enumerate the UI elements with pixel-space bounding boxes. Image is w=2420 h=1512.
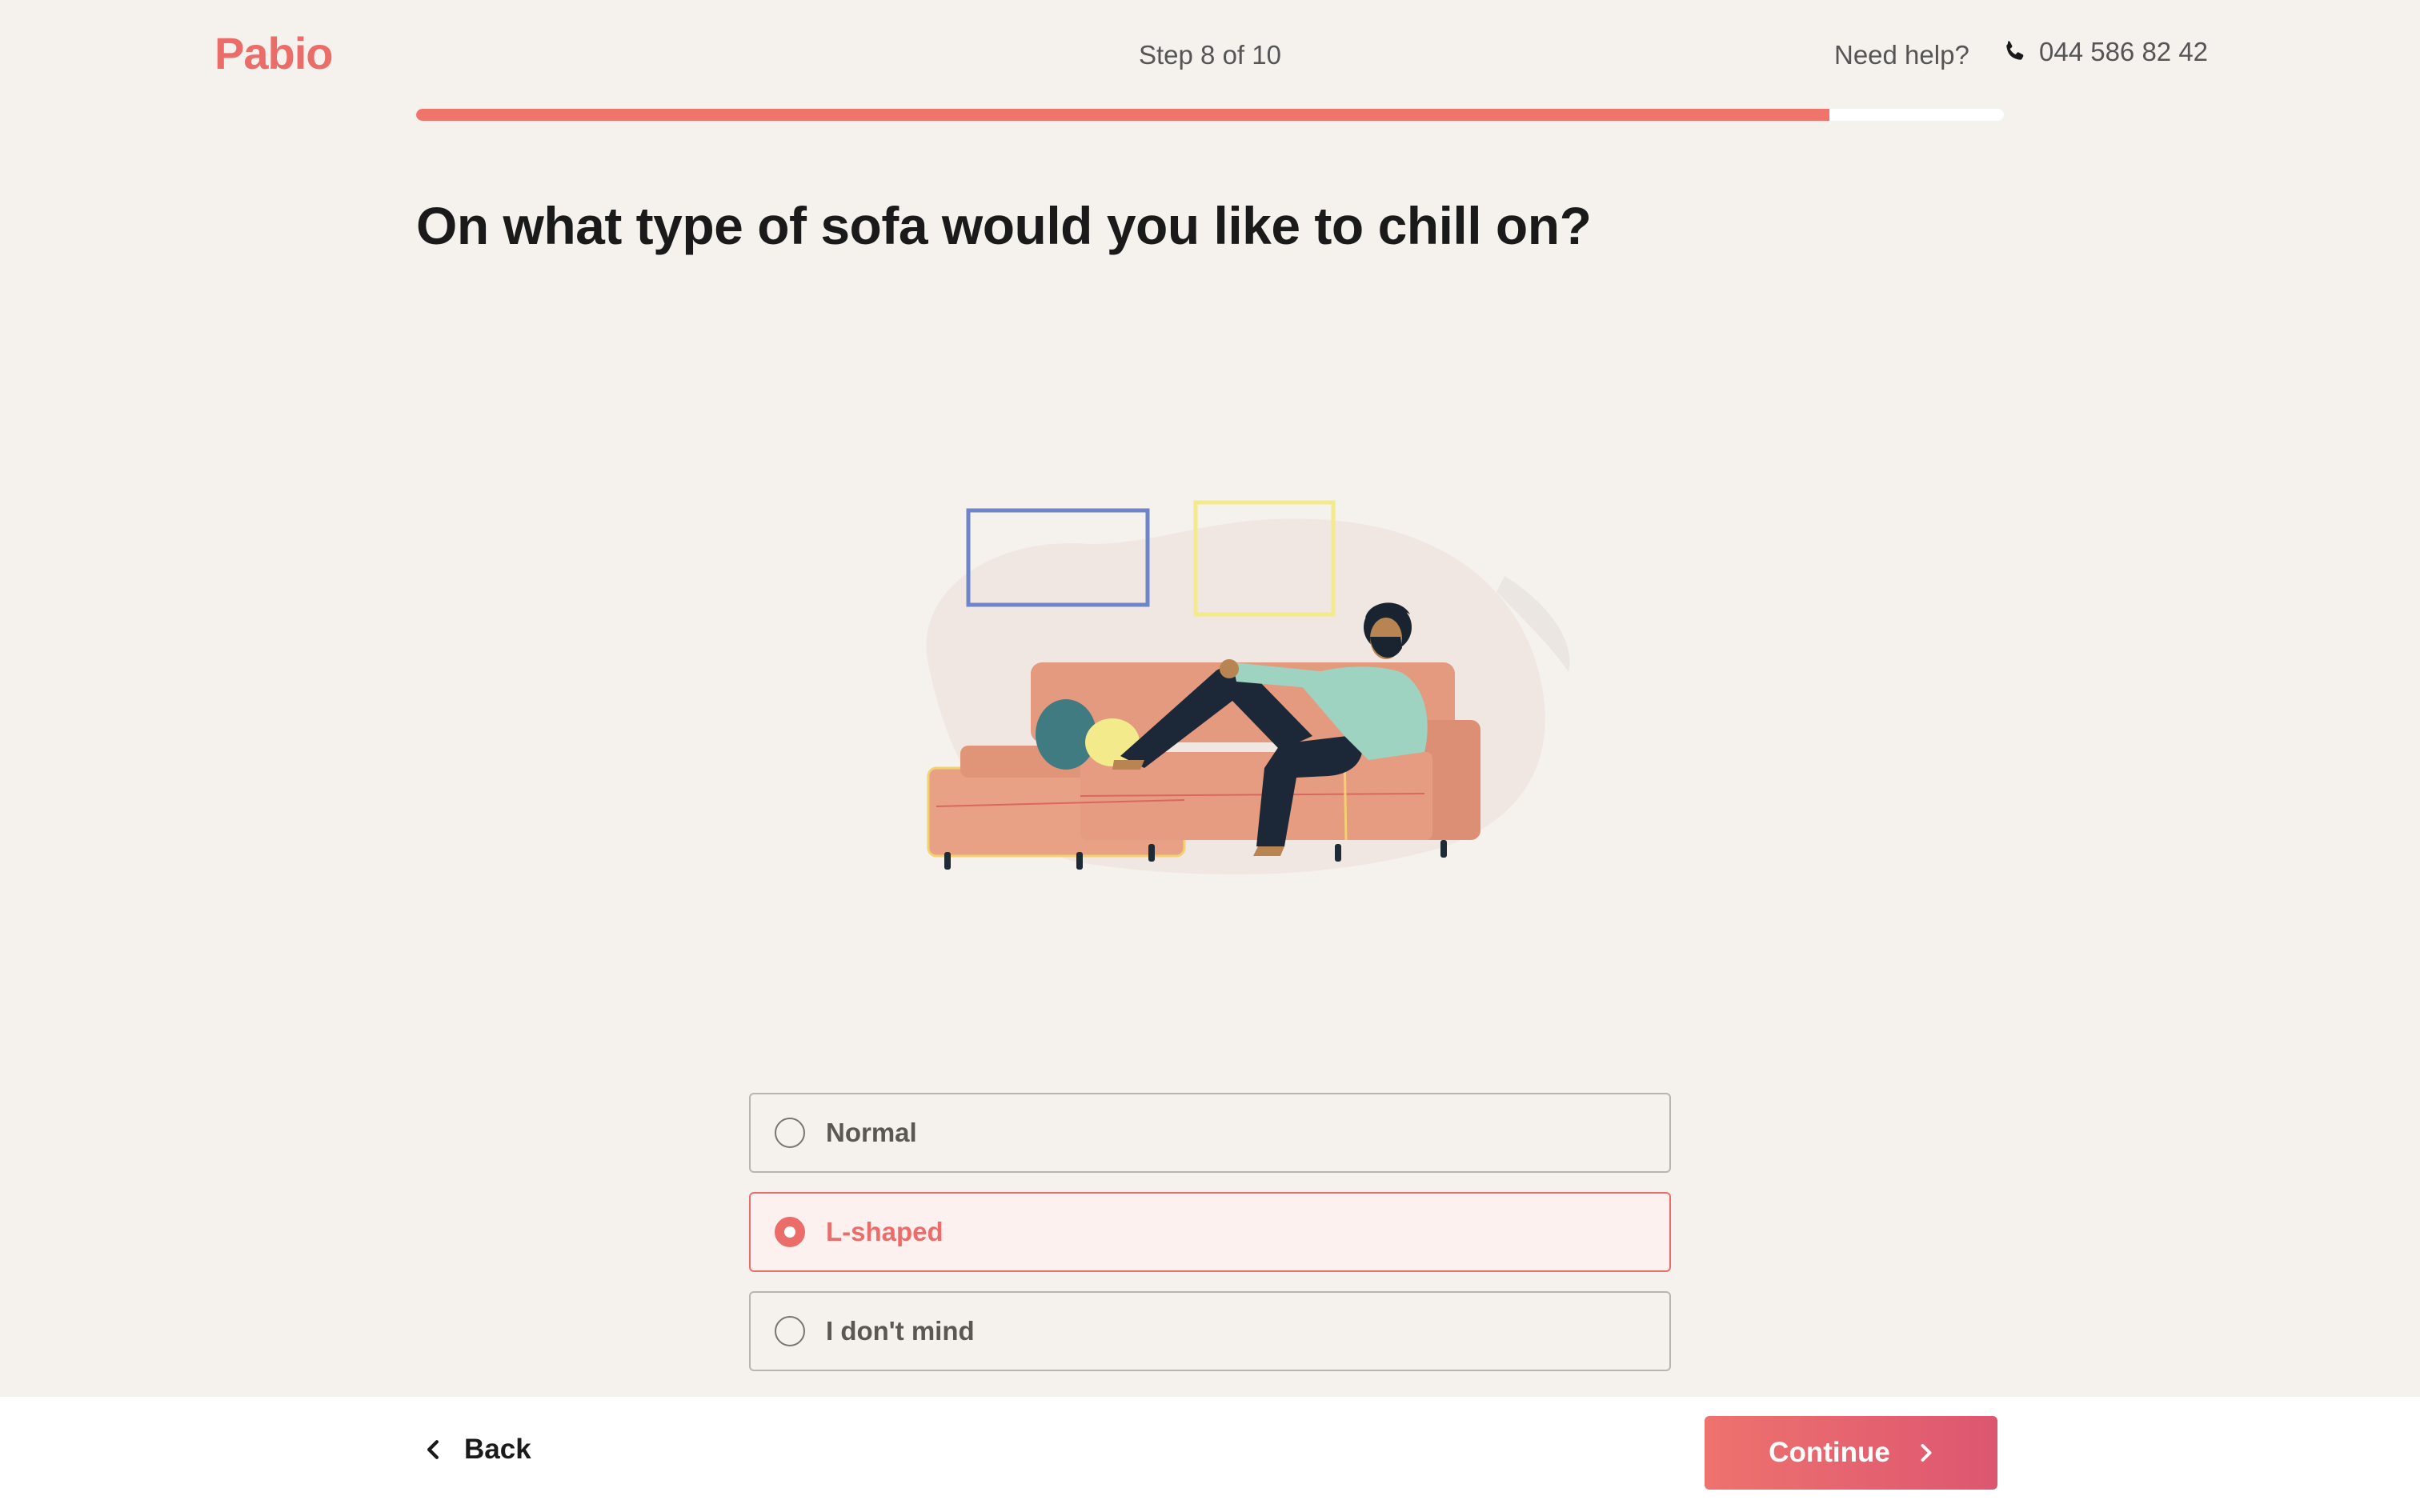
progress-bar (416, 109, 2004, 121)
radio-button[interactable] (775, 1118, 805, 1148)
radio-button-selected[interactable] (775, 1217, 805, 1247)
sofa-illustration (926, 500, 1570, 875)
option-dont-mind[interactable]: I don't mind (749, 1291, 1671, 1371)
footer-bar: Back Continue (0, 1397, 2420, 1512)
radio-button[interactable] (775, 1316, 805, 1346)
back-button[interactable]: Back (424, 1434, 531, 1466)
continue-label: Continue (1769, 1437, 1890, 1468)
progress-bar-fill (416, 109, 1829, 121)
back-label: Back (464, 1434, 531, 1465)
phone-icon (2006, 41, 2024, 60)
option-l-shaped[interactable]: L-shaped (749, 1192, 1671, 1272)
phone-number: 044 586 82 42 (2039, 37, 2209, 66)
option-label: Normal (826, 1118, 917, 1147)
option-normal[interactable]: Normal (749, 1093, 1671, 1173)
option-label: I don't mind (826, 1316, 975, 1346)
quiz-page: Pabio Step 8 of 10 Need help? 044 586 82… (0, 0, 2420, 1512)
question-title: On what type of sofa would you like to c… (416, 196, 1592, 255)
chevron-left-icon (427, 1440, 439, 1459)
chevron-right-icon (1921, 1444, 1932, 1462)
option-label: L-shaped (826, 1217, 944, 1246)
phone-link[interactable]: 044 586 82 42 (2001, 37, 2208, 67)
continue-button[interactable]: Continue (1705, 1416, 1997, 1490)
sofa-type-options: Normal L-shaped I don't mind (749, 1093, 1671, 1390)
need-help-label: Need help? (1834, 40, 1969, 70)
